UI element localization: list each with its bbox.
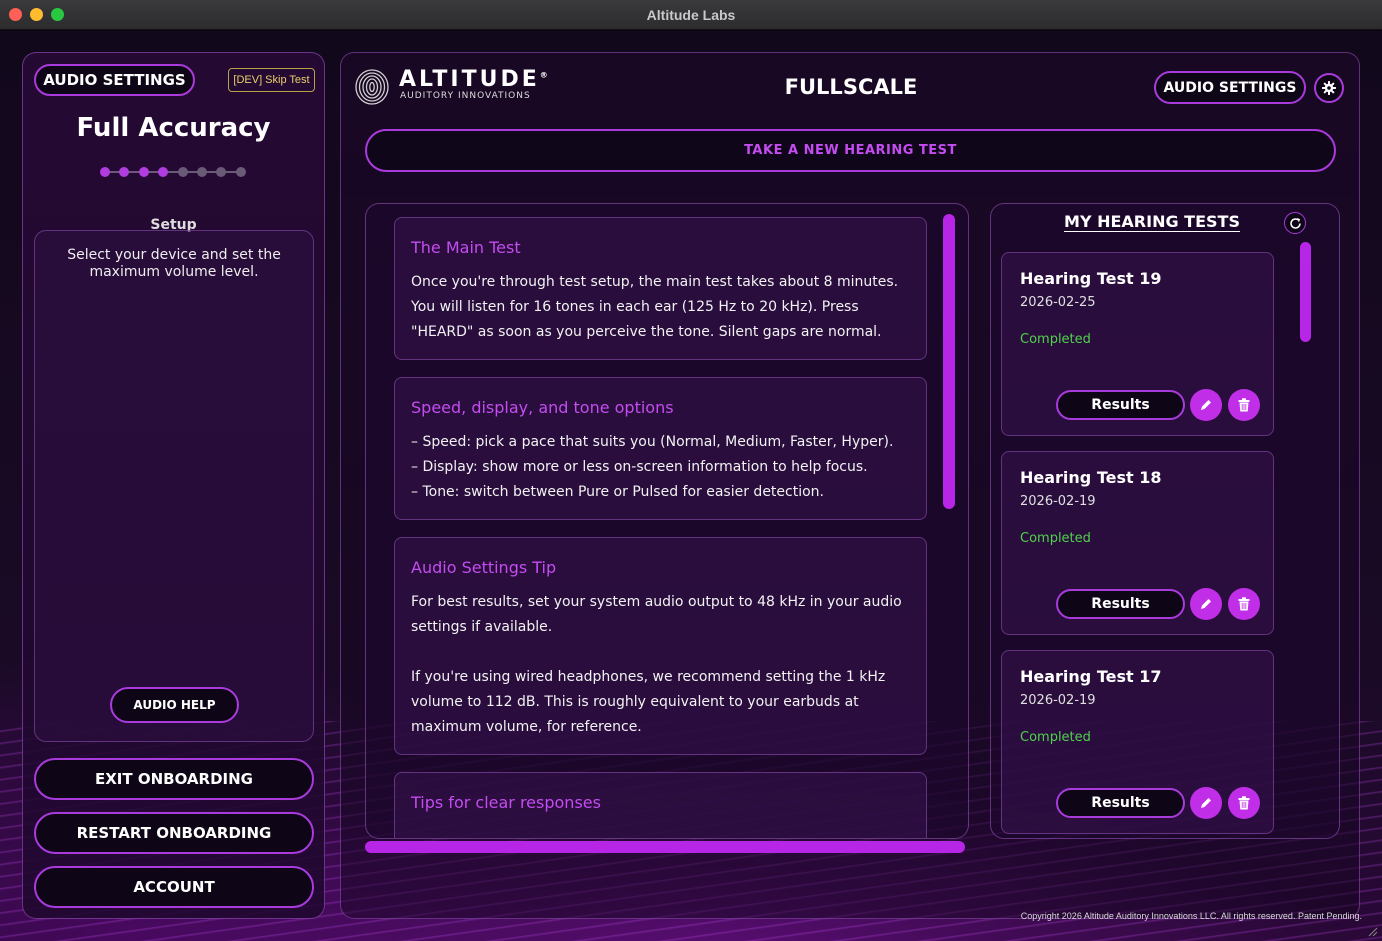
logo-tagline: AUDITORY INNOVATIONS xyxy=(400,91,531,101)
step-dot xyxy=(158,167,169,177)
info-horizontal-scrollbar[interactable] xyxy=(365,841,965,853)
test-name: Hearing Test 19 xyxy=(1020,269,1162,288)
info-card-clear-responses: Tips for clear responses xyxy=(394,772,927,838)
edit-test-button[interactable] xyxy=(1190,389,1222,421)
card-body: For best results, set your system audio … xyxy=(411,590,910,740)
copyright-notice: Copyright 2026 Altitude Auditory Innovat… xyxy=(1020,911,1362,921)
minimize-window-button[interactable] xyxy=(30,8,43,21)
step-dot xyxy=(216,167,227,177)
info-cards-scroll-area[interactable]: The Main Test Once you're through test s… xyxy=(365,203,969,839)
card-title: The Main Test xyxy=(411,238,521,257)
audio-help-button[interactable]: AUDIO HELP xyxy=(110,687,239,723)
take-new-hearing-test-button[interactable]: TAKE A NEW HEARING TEST xyxy=(365,129,1336,172)
close-window-button[interactable] xyxy=(9,8,22,21)
zoom-window-button[interactable] xyxy=(51,8,64,21)
test-name: Hearing Test 18 xyxy=(1020,468,1162,487)
refresh-icon xyxy=(1289,217,1301,229)
card-title: Tips for clear responses xyxy=(411,793,601,812)
app-name: FULLSCALE xyxy=(784,75,918,99)
test-status: Completed xyxy=(1020,332,1091,347)
info-card-main-test: The Main Test Once you're through test s… xyxy=(394,217,927,360)
card-body: Once you're through test setup, the main… xyxy=(411,270,910,345)
results-button[interactable]: Results xyxy=(1056,390,1185,420)
onboarding-title: Full Accuracy xyxy=(76,113,271,143)
results-button[interactable]: Results xyxy=(1056,589,1185,619)
card-title: Speed, display, and tone options xyxy=(411,398,674,417)
results-button[interactable]: Results xyxy=(1056,788,1185,818)
card-line: – Display: show more or less on-screen i… xyxy=(411,459,868,475)
hearing-tests-title: MY HEARING TESTS xyxy=(1064,212,1240,231)
card-paragraph: Once you're through test setup, the main… xyxy=(411,274,899,340)
tests-scroll-thumb[interactable] xyxy=(1300,242,1311,342)
resize-grip-icon[interactable] xyxy=(1366,925,1378,937)
delete-test-button[interactable] xyxy=(1228,588,1260,620)
exit-onboarding-button[interactable]: EXIT ONBOARDING xyxy=(34,758,314,800)
header-audio-settings-button[interactable]: AUDIO SETTINGS xyxy=(1154,71,1306,104)
test-date: 2026-02-25 xyxy=(1020,295,1096,310)
card-paragraph: If you're using wired headphones, we rec… xyxy=(411,669,886,735)
step-dot xyxy=(197,167,207,177)
step-dot xyxy=(138,167,149,177)
info-card-audio-tip: Audio Settings Tip For best results, set… xyxy=(394,537,927,755)
onboarding-sidebar: AUDIO SETTINGS [DEV] Skip Test Full Accu… xyxy=(22,52,325,919)
step-dot xyxy=(235,167,246,177)
altitude-logo: ALTITUDE® AUDITORY INNOVATIONS xyxy=(355,67,548,107)
dev-skip-test-button[interactable]: [DEV] Skip Test xyxy=(228,68,315,92)
delete-test-button[interactable] xyxy=(1228,389,1260,421)
settings-button[interactable] xyxy=(1314,73,1344,103)
card-paragraph: For best results, set your system audio … xyxy=(411,594,902,635)
test-status: Completed xyxy=(1020,531,1091,546)
pencil-icon xyxy=(1201,798,1211,808)
logo-wordmark: ALTITUDE® xyxy=(399,67,551,92)
hearing-tests-panel[interactable]: MY HEARING TESTS Hearing Test 19 2026-02… xyxy=(990,203,1340,839)
title-bar: Altitude Labs xyxy=(0,0,1382,30)
restart-onboarding-button[interactable]: RESTART ONBOARDING xyxy=(34,812,314,854)
hearing-test-card: Hearing Test 18 2026-02-19 Completed Res… xyxy=(1001,451,1274,635)
step-dot xyxy=(177,167,188,177)
test-status: Completed xyxy=(1020,730,1091,745)
test-date: 2026-02-19 xyxy=(1020,494,1096,509)
test-name: Hearing Test 17 xyxy=(1020,667,1162,686)
app-background: AUDIO SETTINGS [DEV] Skip Test Full Accu… xyxy=(0,31,1382,941)
hearing-test-card: Hearing Test 17 2026-02-19 Completed Res… xyxy=(1001,650,1274,834)
info-vertical-scrollbar[interactable] xyxy=(943,214,955,514)
card-line: – Tone: switch between Pure or Pulsed fo… xyxy=(411,484,824,500)
trash-icon xyxy=(1238,398,1250,412)
trash-icon xyxy=(1238,597,1250,611)
trash-icon xyxy=(1238,796,1250,810)
card-line: – Speed: pick a pace that suits you (Nor… xyxy=(411,434,894,450)
setup-instructions: Select your device and set the maximum v… xyxy=(67,247,281,280)
card-title: Audio Settings Tip xyxy=(411,558,557,577)
pencil-icon xyxy=(1201,400,1211,410)
account-button[interactable]: ACCOUNT xyxy=(34,866,314,908)
fingerprint-logo-icon xyxy=(355,69,389,105)
info-vertical-scroll-thumb[interactable] xyxy=(943,214,955,509)
hearing-test-card: Hearing Test 19 2026-02-25 Completed Res… xyxy=(1001,252,1274,436)
pencil-icon xyxy=(1201,599,1211,609)
edit-test-button[interactable] xyxy=(1190,787,1222,819)
info-card-options: Speed, display, and tone options – Speed… xyxy=(394,377,927,520)
setup-info-box: Select your device and set the maximum v… xyxy=(34,230,314,742)
step-dot xyxy=(119,167,130,177)
main-panel: ALTITUDE® AUDITORY INNOVATIONS FULLSCALE… xyxy=(340,52,1360,919)
step-progress xyxy=(100,165,246,179)
step-dot xyxy=(100,167,110,177)
left-audio-settings-button[interactable]: AUDIO SETTINGS xyxy=(34,64,195,96)
delete-test-button[interactable] xyxy=(1228,787,1260,819)
card-body: – Speed: pick a pace that suits you (Nor… xyxy=(411,430,910,505)
edit-test-button[interactable] xyxy=(1190,588,1222,620)
window-title: Altitude Labs xyxy=(646,6,736,23)
window-controls xyxy=(9,8,64,21)
gear-icon xyxy=(1322,81,1336,95)
refresh-tests-button[interactable] xyxy=(1284,212,1306,234)
test-date: 2026-02-19 xyxy=(1020,693,1096,708)
